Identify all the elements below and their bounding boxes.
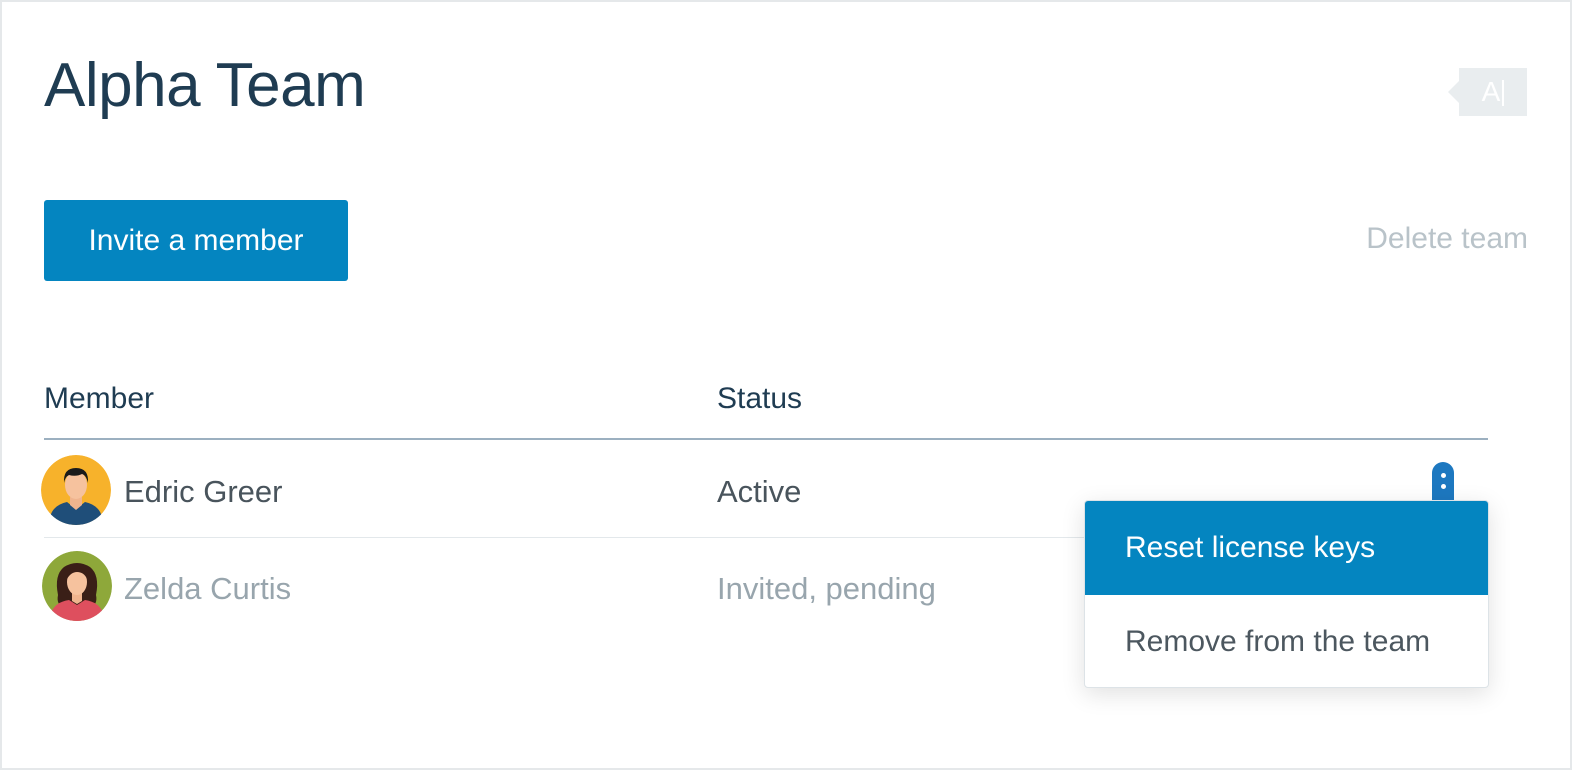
member-status: Invited, pending [717,571,936,606]
menu-item-remove-from-team[interactable]: Remove from the team [1085,595,1488,687]
member-status: Active [717,474,802,509]
column-header-member: Member [44,382,155,415]
text-input-language-badge[interactable]: A [1448,68,1527,116]
member-name: Zelda Curtis [124,571,292,606]
header-divider [44,438,1488,440]
member-name: Edric Greer [124,474,283,509]
avatar-edric-greer [41,455,111,525]
row-actions-kebab-icon[interactable] [1432,462,1454,502]
delete-team-link[interactable]: Delete team [1366,222,1528,256]
row-actions-menu: Reset license keys Remove from the team [1084,500,1489,688]
invite-member-button[interactable]: Invite a member [44,200,348,281]
lang-badge-letter: A [1481,76,1501,107]
male-avatar-icon [41,455,111,525]
avatar-zelda-curtis [42,551,112,621]
female-avatar-icon [42,551,112,621]
page-title: Alpha Team [44,51,366,120]
column-header-status: Status [717,382,803,415]
menu-item-reset-license-keys[interactable]: Reset license keys [1085,501,1488,595]
text-cursor-icon [1502,80,1505,106]
